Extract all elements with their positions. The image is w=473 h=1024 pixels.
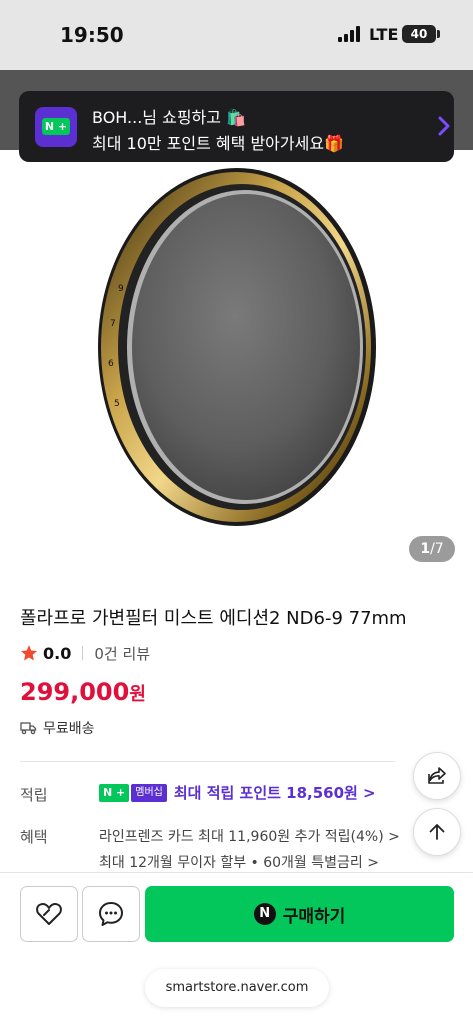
naver-plus-badge: N +: [99, 783, 130, 802]
product-price: 299,000원: [20, 678, 146, 706]
benefits-label: 혜택: [20, 828, 48, 846]
banner-line-1: BOH...님 쇼핑하고 🛍️: [92, 108, 246, 127]
points-link[interactable]: N + 멤버십 최대 적립 포인트 18,560원 >: [99, 782, 376, 803]
scroll-top-button[interactable]: [413, 808, 461, 856]
heart-icon: [36, 903, 62, 925]
rating-score: 0.0: [43, 643, 72, 663]
talktalk-chat-button[interactable]: [82, 886, 140, 942]
signal-icon: [338, 26, 360, 42]
network-label: LTE: [369, 25, 399, 44]
rating-divider: [82, 646, 84, 660]
share-icon: [428, 767, 446, 784]
svg-text:7: 7: [110, 319, 116, 329]
image-counter-total: /7: [430, 541, 444, 557]
naver-pay-icon: N: [253, 903, 276, 925]
svg-text:6: 6: [108, 359, 114, 369]
price-unit: 원: [129, 684, 146, 705]
status-time: 19:50: [60, 23, 124, 47]
truck-icon: [20, 722, 37, 735]
product-title: 폴라프로 가변필터 미스트 에디션2 ND6-9 77mm: [20, 608, 407, 629]
max-points-text: 최대 적립 포인트 18,560원 >: [173, 784, 376, 802]
share-button[interactable]: [413, 752, 461, 800]
shipping-info: 무료배송: [20, 718, 95, 738]
svg-text:5: 5: [114, 399, 120, 409]
battery-tip: [437, 30, 440, 38]
star-icon: [20, 645, 38, 661]
membership-badge: 멤버십: [131, 783, 167, 802]
chat-bubble-icon: [99, 902, 123, 926]
image-counter-current: 1: [420, 541, 431, 557]
banner-line-2: 최대 10만 포인트 혜택 받아가세요🎁: [92, 134, 344, 153]
image-counter: 1/7: [409, 536, 455, 562]
points-label: 적립: [20, 786, 48, 804]
chevron-right-icon[interactable]: [437, 115, 451, 137]
arrow-up-icon: [429, 824, 445, 840]
shipping-label: 무료배송: [43, 721, 95, 737]
card-benefit-link[interactable]: 라인프렌즈 카드 최대 11,960원 추가 적립(4%) >: [99, 826, 400, 846]
battery-icon: 40: [402, 25, 436, 43]
buy-button[interactable]: N 구매하기: [145, 886, 454, 942]
status-bar: 19:50 LTE 40: [0, 0, 473, 70]
buy-label: 구매하기: [282, 906, 346, 927]
price-value: 299,000: [20, 678, 130, 706]
svg-text:9: 9: [118, 284, 124, 294]
rating-row: 0.0 0건 리뷰: [20, 642, 150, 664]
address-bar[interactable]: smartstore.naver.com: [145, 969, 329, 1007]
naver-plus-logo: N +: [35, 107, 77, 147]
review-count-link[interactable]: 0건 리뷰: [94, 643, 150, 664]
section-divider: [20, 761, 395, 762]
wishlist-button[interactable]: [20, 886, 78, 942]
naver-plus-logo-text: N +: [42, 118, 70, 135]
installment-benefit-link[interactable]: 최대 12개월 무이자 할부 • 60개월 특별금리 >: [99, 852, 379, 872]
promo-notification-banner[interactable]: N + BOH...님 쇼핑하고 🛍️ 최대 10만 포인트 혜택 받아가세요🎁: [19, 91, 454, 162]
product-image[interactable]: 9 7 6 5: [96, 166, 378, 528]
